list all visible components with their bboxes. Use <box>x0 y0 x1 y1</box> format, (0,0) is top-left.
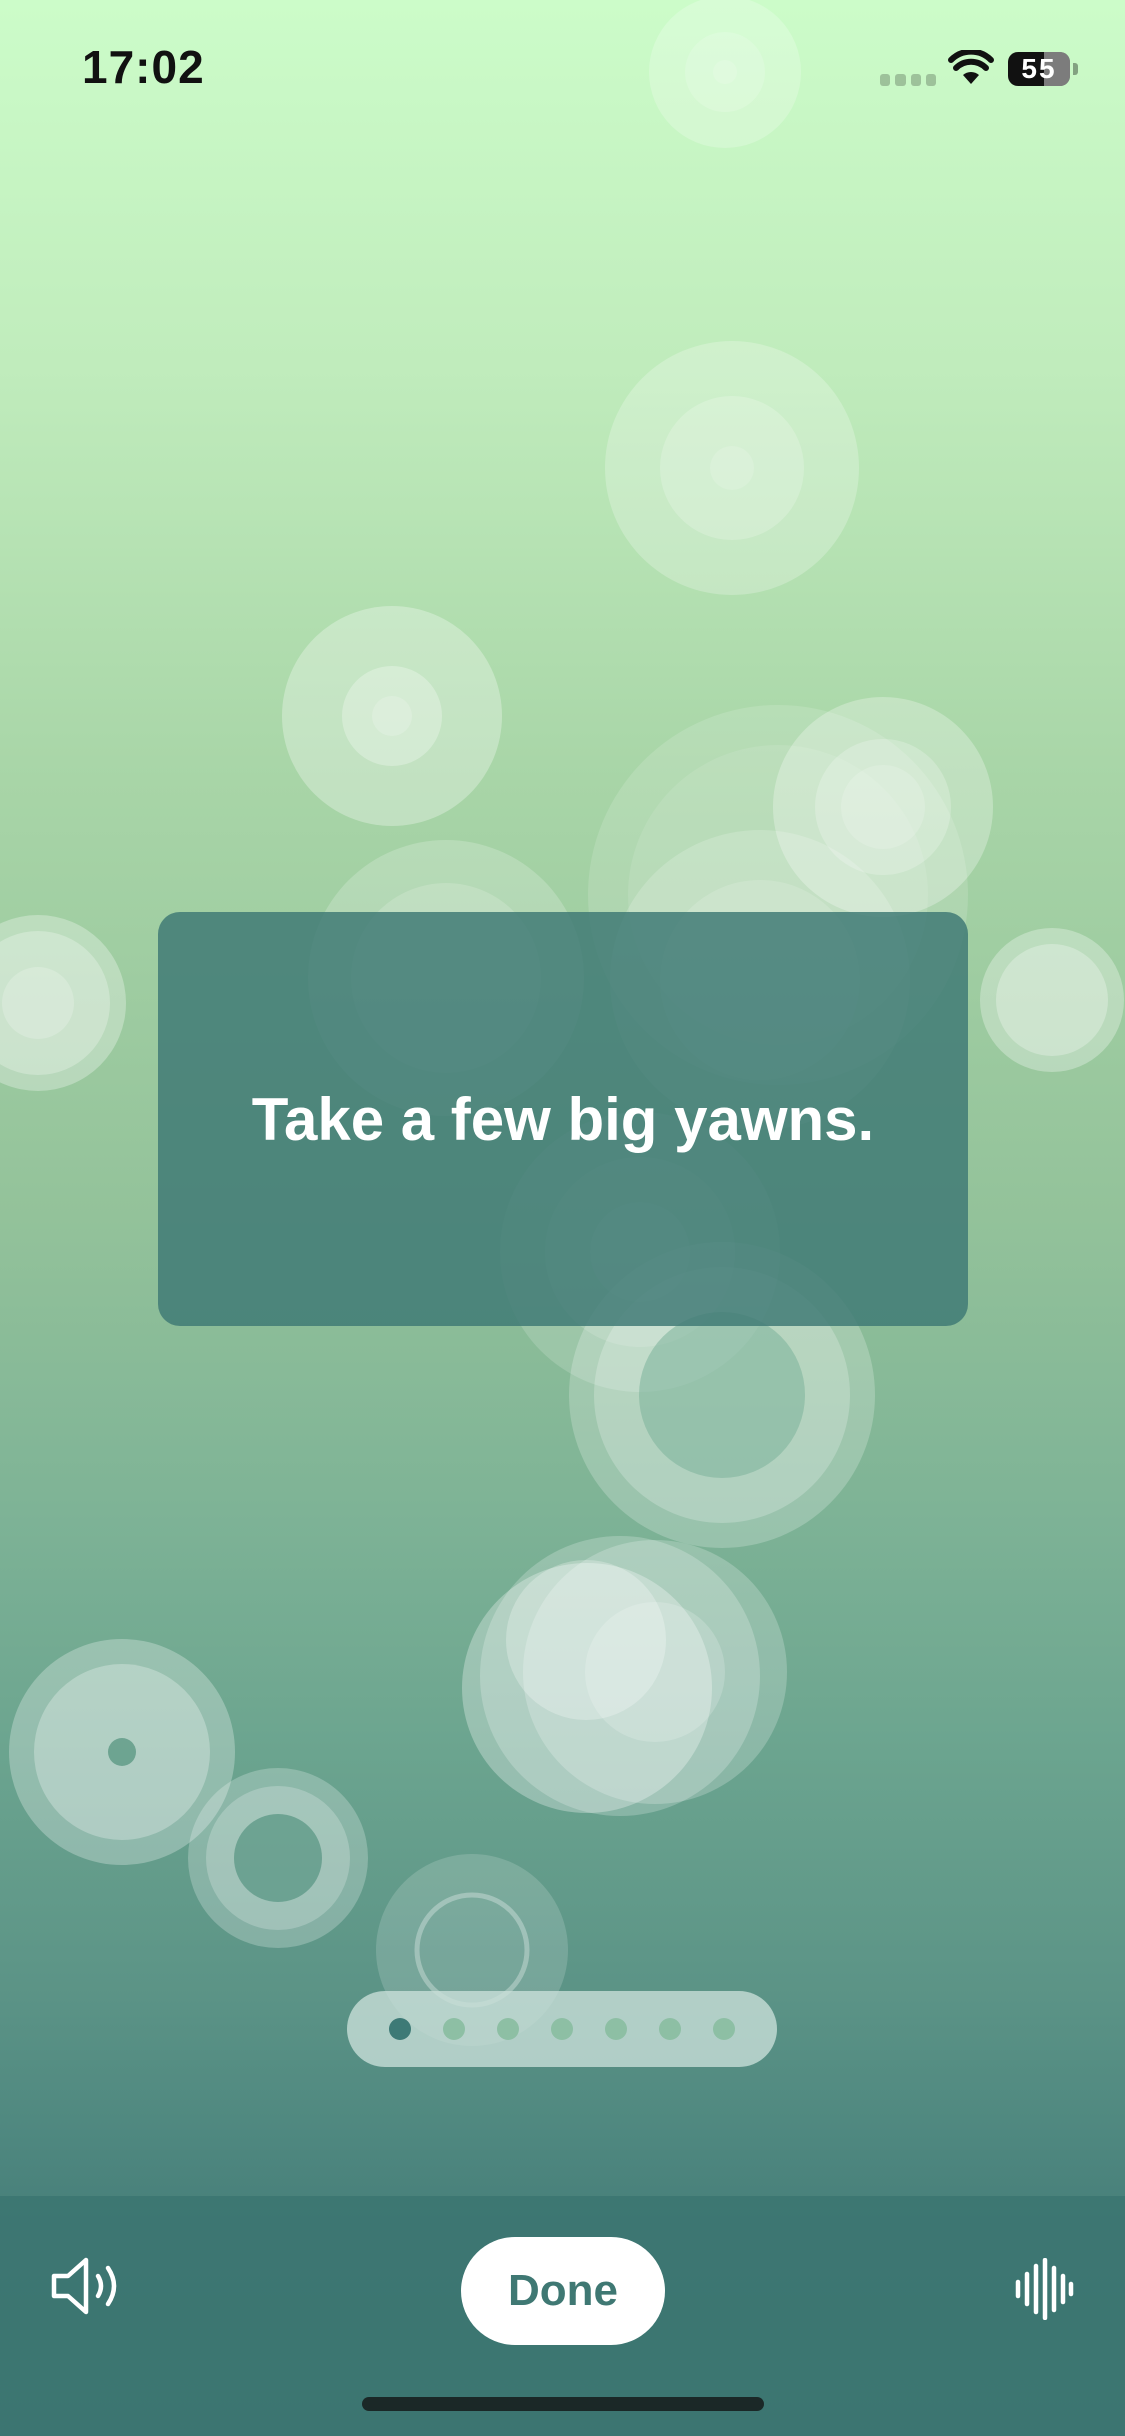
page-dot[interactable] <box>605 2018 627 2040</box>
page-dot[interactable] <box>713 2018 735 2040</box>
battery-icon: 55 <box>1008 52 1070 86</box>
page-dot[interactable] <box>389 2018 411 2040</box>
battery-level: 55 <box>1021 53 1057 84</box>
bubble <box>605 341 859 595</box>
speaker-icon[interactable] <box>48 2254 128 2318</box>
status-bar: 17:02 55 <box>0 0 1125 140</box>
bubble <box>188 1768 368 1948</box>
prompt-card: Take a few big yawns. <box>158 912 968 1326</box>
page-dot[interactable] <box>497 2018 519 2040</box>
cellular-signal-icon <box>880 74 936 86</box>
bubble <box>0 915 126 1091</box>
wifi-icon <box>948 50 994 84</box>
waveform-icon[interactable] <box>1014 2258 1074 2320</box>
status-time: 17:02 <box>82 41 205 93</box>
home-indicator <box>362 2397 764 2411</box>
page-indicator[interactable] <box>347 1991 777 2067</box>
bubble <box>980 928 1124 1072</box>
battery-tip <box>1073 63 1078 75</box>
breathe-screen: 17:02 55 Take a few big yawns. Done <box>0 0 1125 2436</box>
page-dot[interactable] <box>659 2018 681 2040</box>
done-button[interactable]: Done <box>461 2237 665 2345</box>
page-dot[interactable] <box>443 2018 465 2040</box>
bubble <box>462 1536 787 1816</box>
page-dot[interactable] <box>551 2018 573 2040</box>
bubble <box>282 606 502 826</box>
prompt-text: Take a few big yawns. <box>251 1085 875 1153</box>
